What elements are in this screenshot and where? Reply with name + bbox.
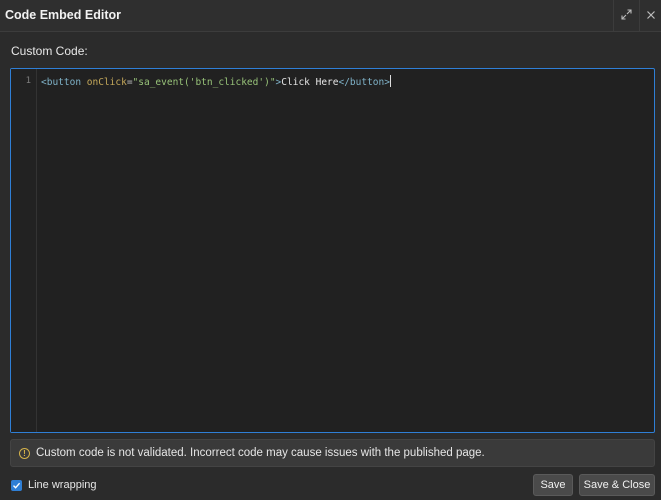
dialog-title: Code Embed Editor bbox=[5, 8, 121, 22]
code-token-tag-open: <button bbox=[41, 77, 82, 88]
checkmark-icon bbox=[13, 482, 21, 489]
custom-code-label: Custom Code: bbox=[11, 44, 88, 58]
line-gutter: 1 bbox=[11, 69, 37, 432]
code-token-string: "sa_event('btn_clicked')" bbox=[132, 77, 276, 88]
close-button[interactable] bbox=[639, 0, 661, 32]
save-and-close-button[interactable]: Save & Close bbox=[579, 474, 655, 496]
text-cursor bbox=[389, 75, 391, 87]
code-token-tag-close: </button> bbox=[338, 77, 390, 88]
warning-text: Custom code is not validated. Incorrect … bbox=[36, 447, 485, 459]
code-line[interactable]: <button onClick="sa_event('btn_clicked')… bbox=[41, 75, 391, 88]
line-wrapping-checkbox[interactable] bbox=[11, 479, 22, 491]
expand-icon bbox=[621, 7, 632, 25]
save-button[interactable]: Save bbox=[533, 474, 573, 496]
info-icon: ! bbox=[19, 447, 30, 459]
line-wrapping-label: Line wrapping bbox=[28, 479, 97, 491]
code-token-text: Click Here bbox=[281, 77, 339, 88]
expand-button[interactable] bbox=[613, 0, 639, 32]
validation-warning: ! Custom code is not validated. Incorrec… bbox=[10, 439, 655, 467]
title-bar: Code Embed Editor bbox=[0, 0, 661, 32]
code-editor[interactable]: 1 <button onClick="sa_event('btn_clicked… bbox=[10, 68, 655, 433]
close-icon bbox=[646, 7, 656, 25]
line-wrapping-toggle[interactable]: Line wrapping bbox=[11, 479, 97, 491]
line-number: 1 bbox=[25, 76, 31, 86]
code-token-attr: onClick bbox=[81, 77, 127, 88]
